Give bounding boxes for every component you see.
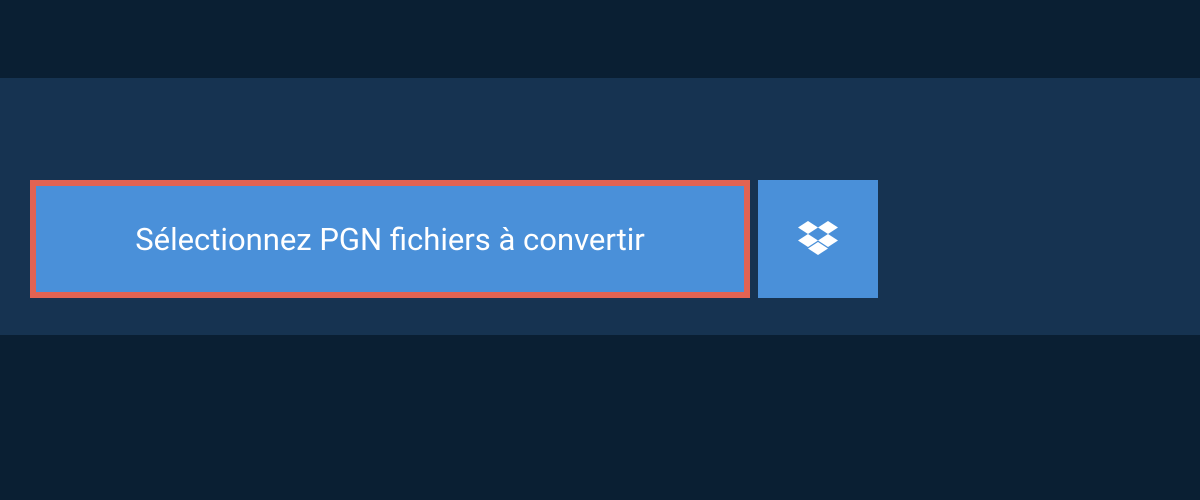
dropbox-icon bbox=[798, 221, 838, 257]
header-bar bbox=[0, 0, 1200, 78]
button-row: Sélectionnez PGN fichiers à convertir bbox=[30, 180, 1170, 298]
select-files-label: Sélectionnez PGN fichiers à convertir bbox=[135, 221, 645, 258]
select-files-button[interactable]: Sélectionnez PGN fichiers à convertir bbox=[30, 180, 750, 298]
footer-bar bbox=[0, 335, 1200, 500]
main-panel: Sélectionnez PGN fichiers à convertir bbox=[0, 78, 1200, 338]
dropbox-button[interactable] bbox=[758, 180, 878, 298]
